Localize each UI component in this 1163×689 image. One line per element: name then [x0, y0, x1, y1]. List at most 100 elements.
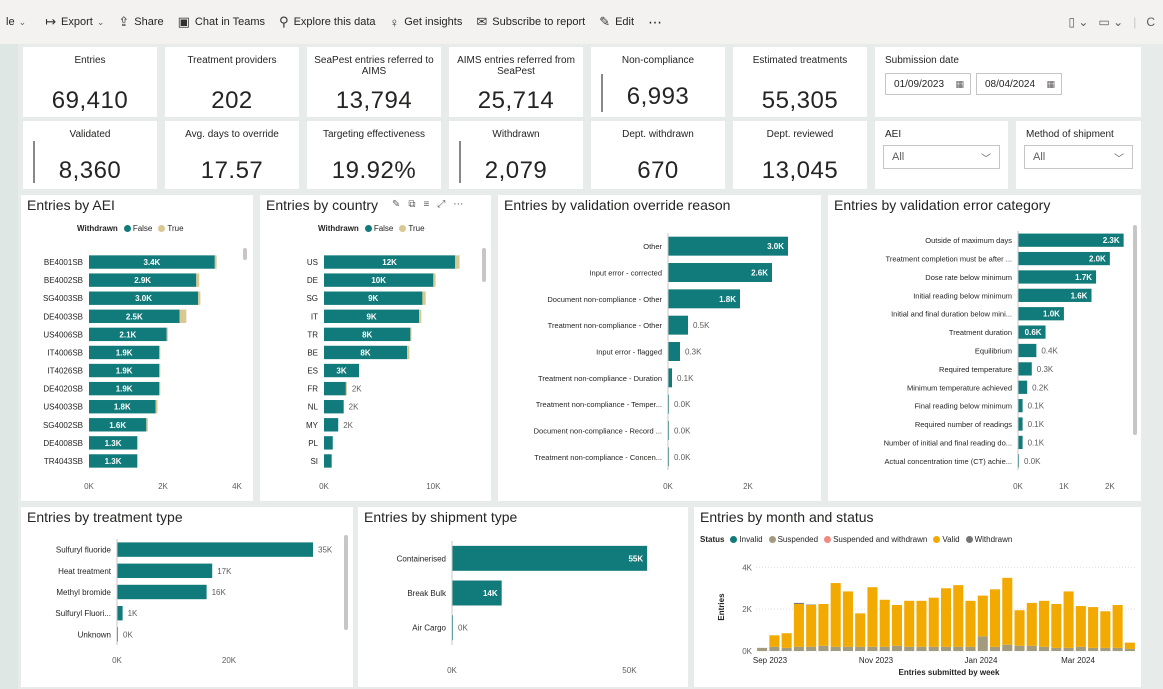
bar[interactable]	[422, 291, 426, 305]
stacked-bar-segment[interactable]	[1026, 645, 1037, 651]
bar[interactable]	[407, 345, 410, 360]
bar[interactable]	[179, 309, 187, 323]
aei-dropdown[interactable]: All ﹀	[883, 145, 1000, 169]
shipment-dropdown[interactable]: All ﹀	[1024, 145, 1133, 169]
stacked-bar-segment[interactable]	[1063, 591, 1074, 648]
stacked-bar-segment[interactable]	[1088, 607, 1099, 648]
bar[interactable]	[214, 255, 217, 269]
explore-this-data-button[interactable]: ⚲ Explore this data	[273, 0, 383, 44]
bar[interactable]	[324, 418, 339, 432]
stacked-bar-segment[interactable]	[965, 646, 976, 651]
stacked-bar-segment[interactable]	[916, 646, 927, 651]
refresh-icon[interactable]: C	[1146, 15, 1155, 29]
bar[interactable]	[137, 454, 139, 468]
stacked-bar-segment[interactable]	[806, 646, 817, 651]
stacked-bar-segment[interactable]	[757, 647, 768, 651]
scrollbar[interactable]	[482, 248, 486, 282]
stacked-bar-segment[interactable]	[965, 600, 976, 647]
scrollbar[interactable]	[1133, 225, 1137, 435]
stacked-bar-segment[interactable]	[891, 645, 902, 651]
stacked-bar-segment[interactable]	[916, 600, 927, 647]
scrollbar[interactable]	[243, 248, 247, 260]
stacked-bar-segment[interactable]	[1124, 642, 1135, 649]
bar[interactable]	[159, 381, 161, 396]
end-date-input[interactable]: 08/04/2024 ▦	[976, 73, 1062, 95]
edit-button[interactable]: ✎ Edit	[593, 0, 642, 44]
export-button[interactable]: ↦ Export ⌄	[39, 0, 112, 44]
stacked-bar-segment[interactable]	[769, 635, 780, 647]
bar[interactable]	[196, 273, 200, 287]
calendar-icon[interactable]: ▦	[955, 79, 964, 90]
stacked-bar-segment[interactable]	[818, 645, 829, 651]
scrollbar[interactable]	[344, 535, 348, 630]
stacked-bar-segment[interactable]	[793, 603, 804, 647]
stacked-bar-segment[interactable]	[867, 587, 878, 647]
share-button[interactable]: ⇪ Share	[112, 0, 171, 44]
stacked-bar-segment[interactable]	[793, 646, 804, 651]
stacked-bar-segment[interactable]	[855, 646, 866, 651]
bar[interactable]	[668, 315, 688, 335]
bar[interactable]	[455, 255, 460, 269]
stacked-bar-segment[interactable]	[855, 613, 866, 647]
start-date-input[interactable]: 01/09/2023 ▦	[885, 73, 971, 95]
bar[interactable]	[410, 327, 412, 342]
more-options-button[interactable]: ⋯	[642, 0, 670, 44]
bar[interactable]	[324, 381, 346, 396]
bar[interactable]	[1018, 399, 1023, 413]
bar[interactable]	[159, 345, 161, 360]
stacked-bar-segment[interactable]	[1075, 606, 1086, 647]
view-icon[interactable]: ▭ ⌄	[1098, 15, 1123, 29]
stacked-bar-segment[interactable]	[990, 589, 1001, 647]
subscribe-to-report-button[interactable]: ✉ Subscribe to report	[470, 0, 593, 44]
stacked-bar-segment[interactable]	[879, 599, 890, 647]
stacked-bar-segment[interactable]	[904, 646, 915, 651]
stacked-bar-segment[interactable]	[879, 646, 890, 651]
bar[interactable]	[166, 327, 168, 342]
bar[interactable]	[117, 584, 207, 600]
stacked-bar-segment[interactable]	[1014, 645, 1025, 651]
stacked-bar-segment[interactable]	[842, 646, 853, 651]
stacked-bar-segment[interactable]	[904, 600, 915, 647]
bar[interactable]	[137, 436, 139, 450]
calendar-icon[interactable]: ▦	[1046, 79, 1055, 90]
bar[interactable]	[198, 291, 201, 305]
bar[interactable]	[117, 563, 213, 579]
chat-in-teams-button[interactable]: ▣ Chat in Teams	[172, 0, 273, 44]
stacked-bar-segment[interactable]	[781, 633, 792, 648]
bookmark-icon[interactable]: ▯ ⌄	[1068, 15, 1088, 29]
stacked-bar-segment[interactable]	[867, 646, 878, 651]
bar[interactable]	[146, 418, 148, 432]
bar[interactable]	[345, 381, 347, 396]
bar[interactable]	[668, 342, 680, 361]
stacked-bar-segment[interactable]	[842, 591, 853, 647]
stacked-bar-segment[interactable]	[940, 588, 952, 647]
stacked-bar-segment[interactable]	[1002, 577, 1013, 645]
stacked-bar-segment[interactable]	[1075, 646, 1086, 651]
get-insights-button[interactable]: ♀ Get insights	[384, 0, 471, 44]
bar[interactable]	[668, 368, 672, 388]
stacked-bar-segment[interactable]	[977, 636, 988, 651]
bar[interactable]	[1018, 343, 1037, 358]
stacked-bar-segment[interactable]	[891, 605, 902, 646]
stacked-bar-segment[interactable]	[793, 602, 804, 604]
bar[interactable]	[117, 605, 123, 621]
stacked-bar-segment[interactable]	[1026, 602, 1037, 646]
stacked-bar-segment[interactable]	[1088, 647, 1099, 651]
bar[interactable]	[159, 363, 161, 378]
stacked-bar-segment[interactable]	[928, 646, 939, 651]
stacked-bar-segment[interactable]	[953, 646, 964, 651]
stacked-bar-segment[interactable]	[1051, 647, 1062, 651]
stacked-bar-segment[interactable]	[806, 605, 817, 647]
stacked-bar-segment[interactable]	[1100, 611, 1111, 648]
stacked-bar-segment[interactable]	[1039, 646, 1050, 651]
bar[interactable]	[1018, 362, 1032, 376]
stacked-bar-segment[interactable]	[1112, 605, 1123, 648]
stacked-bar-segment[interactable]	[769, 646, 780, 651]
stacked-bar-segment[interactable]	[977, 595, 988, 637]
stacked-bar-segment[interactable]	[1124, 648, 1135, 651]
bar[interactable]	[324, 454, 332, 468]
stacked-bar-segment[interactable]	[1039, 600, 1050, 647]
bar[interactable]	[433, 273, 436, 287]
bar[interactable]	[1018, 380, 1028, 394]
stacked-bar-segment[interactable]	[1051, 603, 1062, 648]
